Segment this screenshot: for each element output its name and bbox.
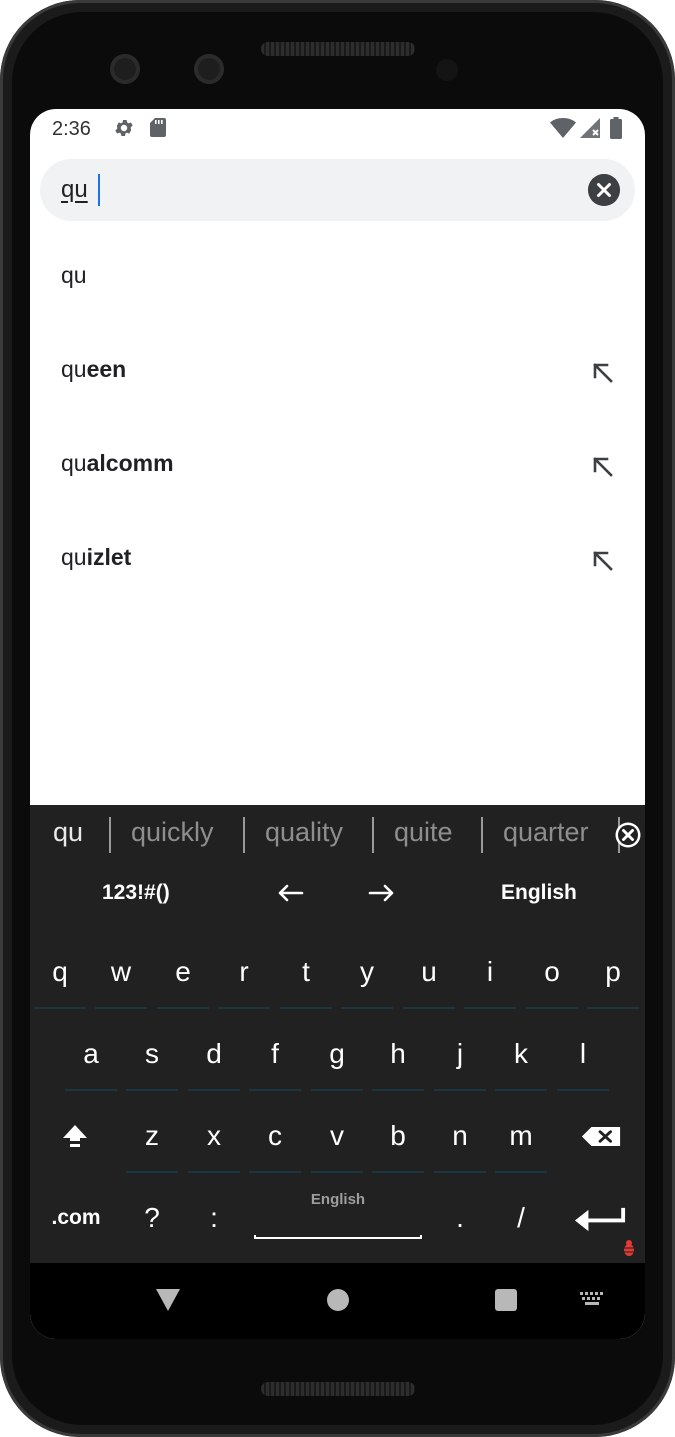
fill-query-arrow-icon[interactable] — [591, 361, 615, 385]
key-g[interactable]: g — [309, 1025, 365, 1091]
candidate-word[interactable]: quite — [394, 817, 453, 848]
cursor-right-icon[interactable] — [367, 878, 397, 908]
language-key[interactable]: English — [501, 881, 577, 905]
candidate-bar: qu quickly quality quite quarter — [30, 805, 645, 863]
keyboard-switch-icon[interactable] — [580, 1292, 605, 1308]
enter-key[interactable] — [570, 1189, 630, 1255]
key-h[interactable]: h — [370, 1025, 426, 1091]
soft-keyboard: qu quickly quality quite quarter 123!#() — [30, 805, 645, 1263]
proximity-sensor-icon — [436, 59, 458, 81]
key-p[interactable]: p — [585, 943, 641, 1009]
key-l[interactable]: l — [555, 1025, 611, 1091]
candidate-word[interactable]: qu — [53, 817, 83, 848]
key-r[interactable]: r — [216, 943, 272, 1009]
key-u[interactable]: u — [401, 943, 457, 1009]
key-d[interactable]: d — [186, 1025, 242, 1091]
search-bar[interactable]: qu — [40, 159, 635, 221]
key-w[interactable]: w — [93, 943, 149, 1009]
battery-icon — [610, 117, 622, 139]
suggestion-item[interactable]: qualcomm — [30, 421, 645, 515]
wifi-icon — [550, 118, 576, 138]
colon-key[interactable]: : — [186, 1189, 242, 1255]
front-sensor-icon — [194, 54, 224, 84]
bottom-speaker — [261, 1382, 415, 1396]
fill-query-arrow-icon[interactable] — [591, 549, 615, 573]
dotcom-key[interactable]: .com — [46, 1189, 106, 1255]
shift-arrow-icon — [63, 1125, 87, 1147]
home-circle-icon[interactable] — [327, 1289, 349, 1311]
key-o[interactable]: o — [524, 943, 580, 1009]
text-cursor — [98, 174, 100, 206]
candidate-word[interactable]: quarter — [503, 817, 589, 848]
cell-signal-icon — [580, 118, 600, 138]
status-bar: 2:36 — [30, 109, 645, 149]
close-circle-icon[interactable] — [588, 174, 620, 206]
search-input[interactable]: qu — [61, 176, 88, 204]
key-q[interactable]: q — [32, 943, 88, 1009]
settings-gear-icon — [115, 120, 133, 136]
shift-key[interactable] — [47, 1107, 103, 1173]
candidate-divider — [481, 817, 483, 853]
candidate-word[interactable]: quality — [265, 817, 343, 848]
front-camera-icon — [110, 54, 140, 84]
slash-key[interactable]: / — [493, 1189, 549, 1255]
enter-arrow-icon — [574, 1207, 626, 1232]
status-time: 2:36 — [52, 118, 91, 140]
backspace-key[interactable] — [571, 1107, 631, 1173]
key-b[interactable]: b — [370, 1107, 426, 1173]
candidate-divider — [109, 817, 111, 853]
symbols-key[interactable]: 123!#() — [102, 881, 170, 905]
candidate-divider — [372, 817, 374, 853]
key-k[interactable]: k — [493, 1025, 549, 1091]
key-c[interactable]: c — [247, 1107, 303, 1173]
navigation-bar — [30, 1263, 645, 1339]
space-key-label: English — [310, 1191, 366, 1208]
question-mark-key[interactable]: ? — [124, 1189, 180, 1255]
key-j[interactable]: j — [432, 1025, 488, 1091]
period-key[interactable]: . — [432, 1189, 488, 1255]
suggestion-item[interactable]: queen — [30, 327, 645, 421]
recents-square-icon[interactable] — [495, 1289, 517, 1311]
suggestion-text: quizlet — [61, 544, 132, 570]
candidate-divider — [243, 817, 245, 853]
key-a[interactable]: a — [63, 1025, 119, 1091]
key-y[interactable]: y — [339, 943, 395, 1009]
key-f[interactable]: f — [247, 1025, 303, 1091]
suggestion-item[interactable]: qu — [30, 233, 645, 327]
key-v[interactable]: v — [309, 1107, 365, 1173]
space-bar-underline — [254, 1235, 422, 1239]
sd-card-icon — [150, 118, 166, 137]
key-m[interactable]: m — [493, 1107, 549, 1173]
screen: 2:36 qu qu queen qualcomm quizlet qu qui… — [30, 109, 645, 1339]
key-t[interactable]: t — [278, 943, 334, 1009]
suggestion-text: qualcomm — [61, 450, 174, 476]
key-e[interactable]: e — [155, 943, 211, 1009]
fill-query-arrow-icon[interactable] — [591, 455, 615, 479]
close-candidates-icon[interactable] — [614, 821, 642, 849]
backspace-icon — [581, 1126, 621, 1147]
debug-bug-icon — [623, 1240, 635, 1256]
earpiece-speaker — [261, 42, 415, 56]
suggestion-text: qu — [61, 262, 87, 288]
key-i[interactable]: i — [462, 943, 518, 1009]
key-s[interactable]: s — [124, 1025, 180, 1091]
key-z[interactable]: z — [124, 1107, 180, 1173]
space-key[interactable]: English — [254, 1175, 422, 1241]
key-n[interactable]: n — [432, 1107, 488, 1173]
back-triangle-icon[interactable] — [155, 1288, 181, 1312]
suggestion-item[interactable]: quizlet — [30, 515, 645, 609]
candidate-word[interactable]: quickly — [131, 817, 214, 848]
key-x[interactable]: x — [186, 1107, 242, 1173]
suggestion-text: queen — [61, 356, 127, 382]
cursor-left-icon[interactable] — [275, 878, 305, 908]
